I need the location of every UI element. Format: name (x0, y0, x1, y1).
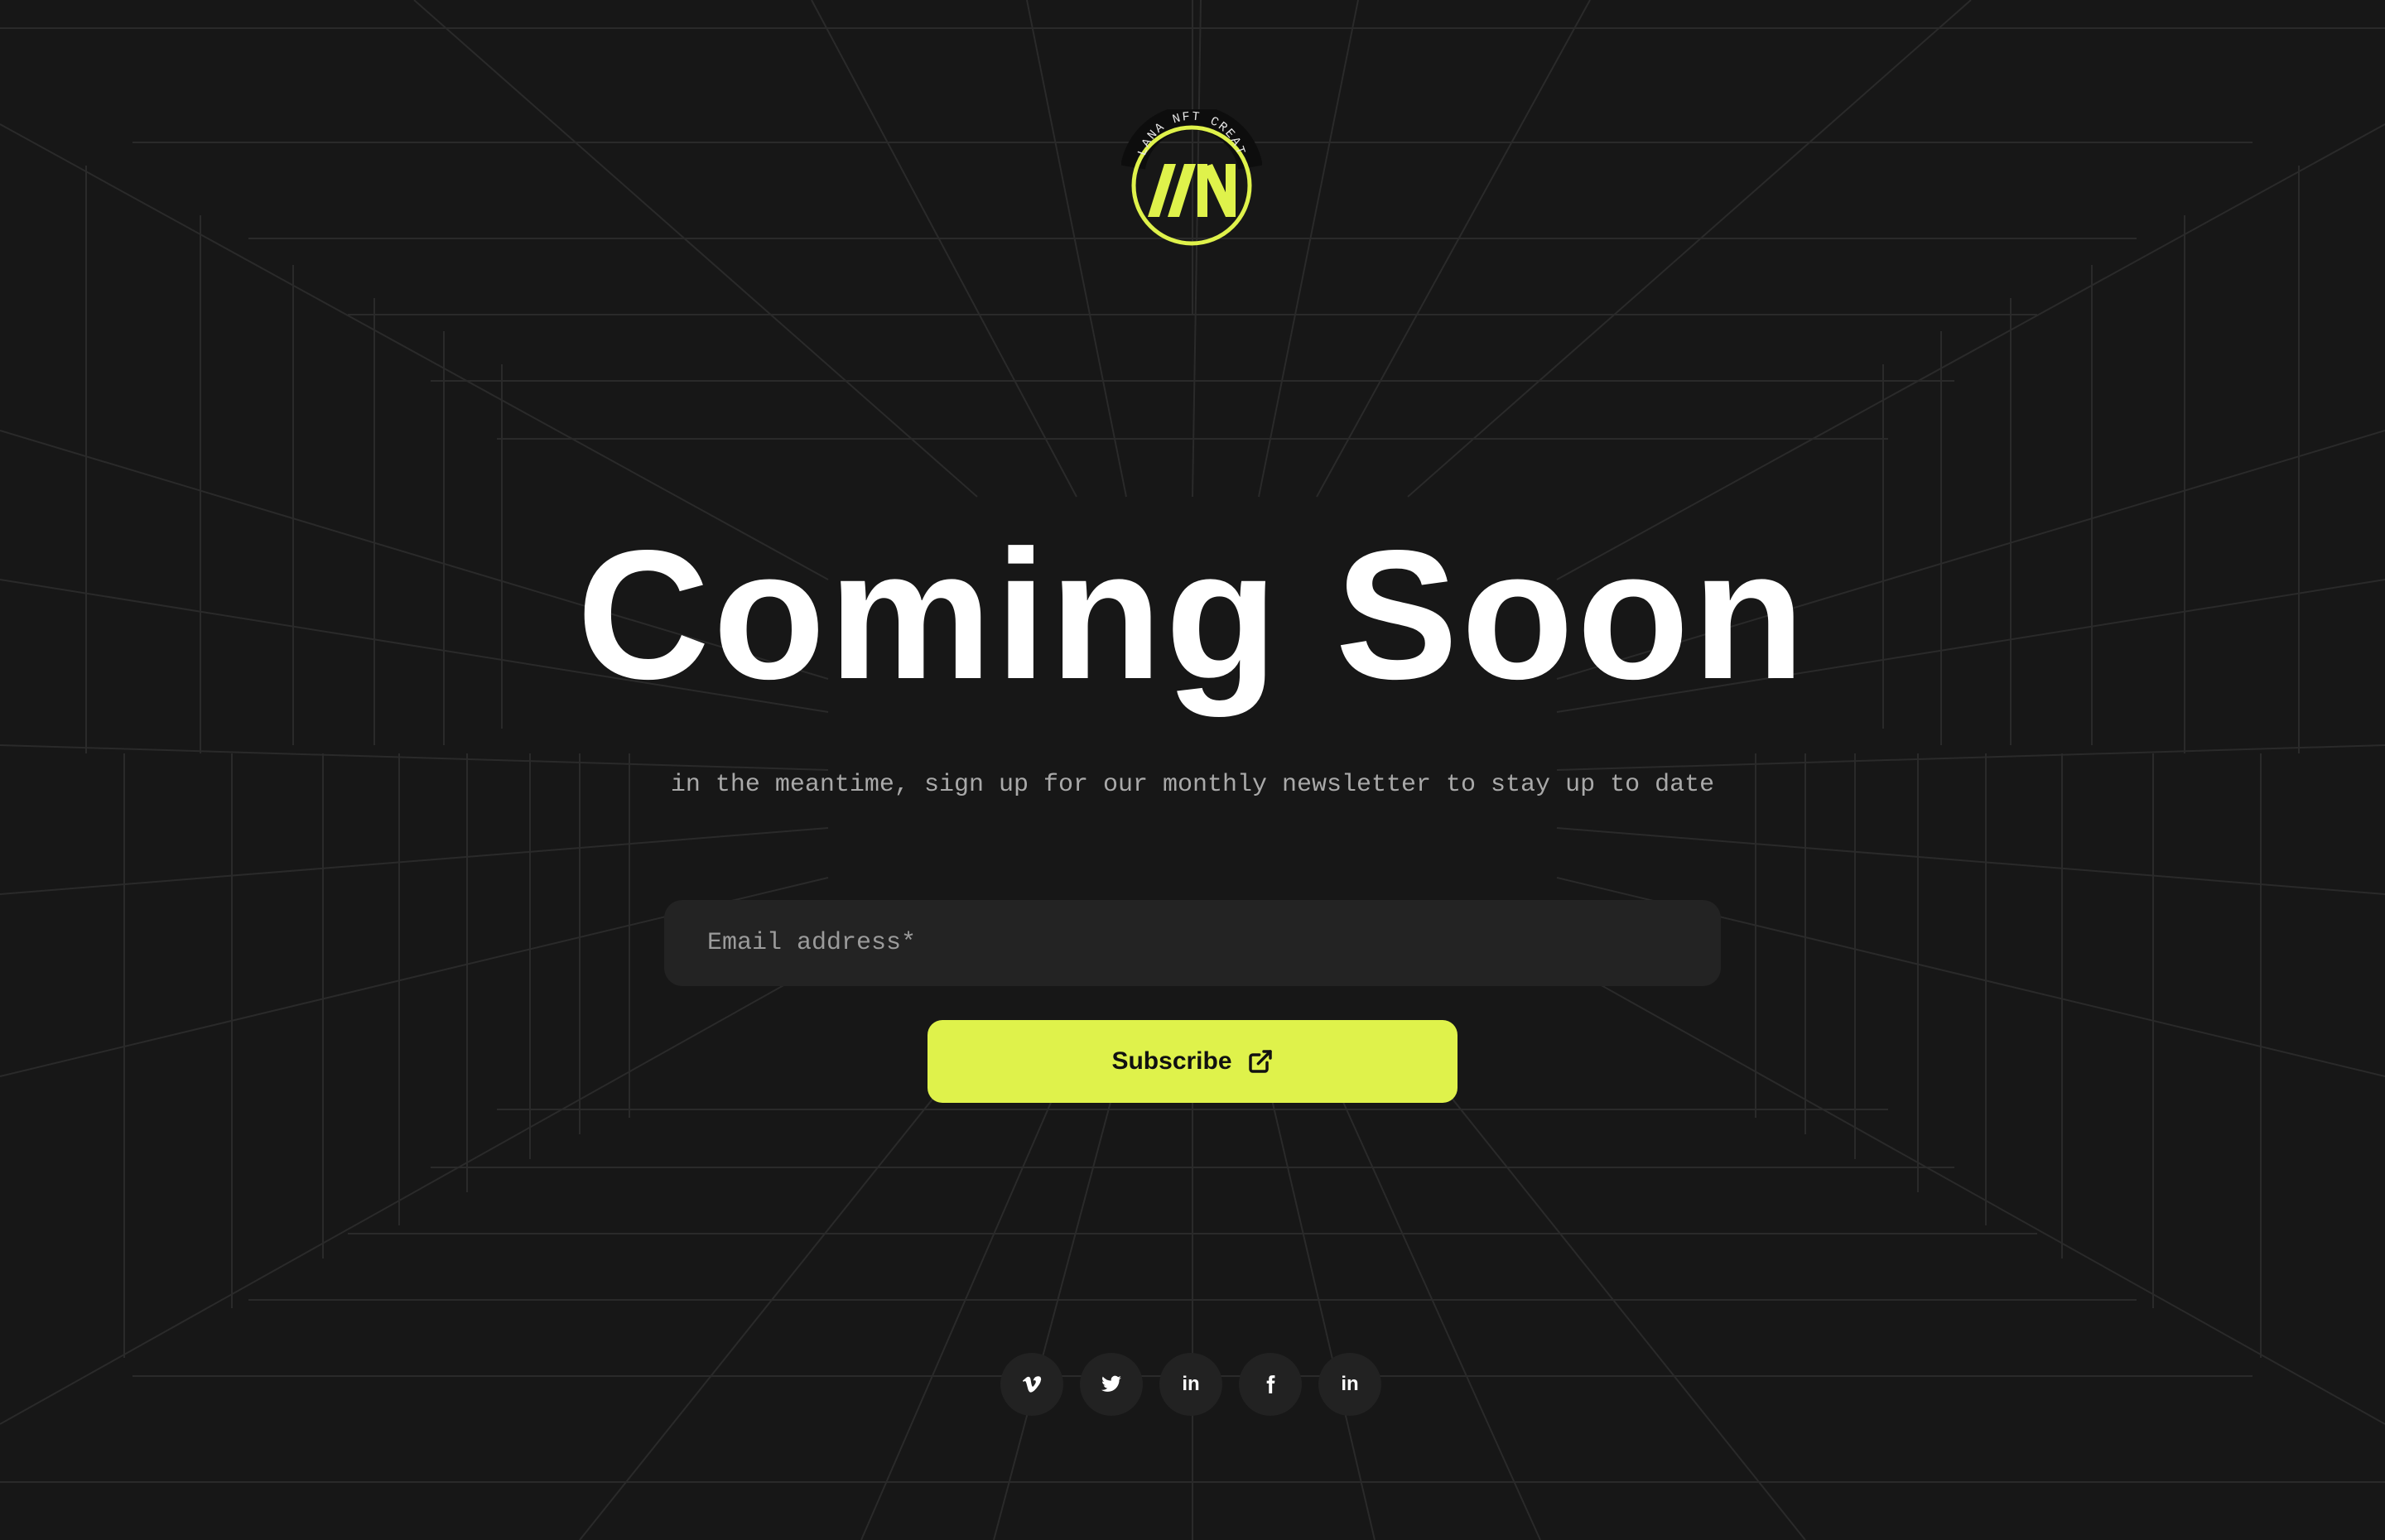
twitter-icon (1101, 1375, 1121, 1392)
linkedin-icon: in (1341, 1373, 1359, 1395)
vimeo-icon (1022, 1376, 1042, 1393)
subscribe-label: Subscribe (1111, 1047, 1232, 1075)
email-field[interactable] (664, 900, 1721, 986)
social-facebook-button[interactable] (1239, 1353, 1302, 1416)
logo-badge: SOLANA NFT CREATOR (1121, 109, 1262, 246)
social-links: in in (1000, 1353, 1381, 1416)
social-linkedin-button[interactable]: in (1159, 1353, 1222, 1416)
coming-soon-page: SOLANA NFT CREATOR Coming Soon in the me… (0, 0, 2385, 1540)
subscribe-button[interactable]: Subscribe (928, 1020, 1458, 1103)
facebook-icon (1266, 1375, 1275, 1393)
linkedin-icon: in (1182, 1373, 1200, 1395)
social-twitter-button[interactable] (1080, 1353, 1143, 1416)
social-linkedin-button-2[interactable]: in (1318, 1353, 1381, 1416)
logo-monogram-icon (1148, 164, 1236, 217)
external-link-icon (1248, 1050, 1272, 1073)
newsletter-subtitle: in the meantime, sign up for our monthly… (670, 771, 1715, 799)
social-vimeo-button[interactable] (1000, 1353, 1063, 1416)
page-title: Coming Soon (576, 513, 1809, 718)
